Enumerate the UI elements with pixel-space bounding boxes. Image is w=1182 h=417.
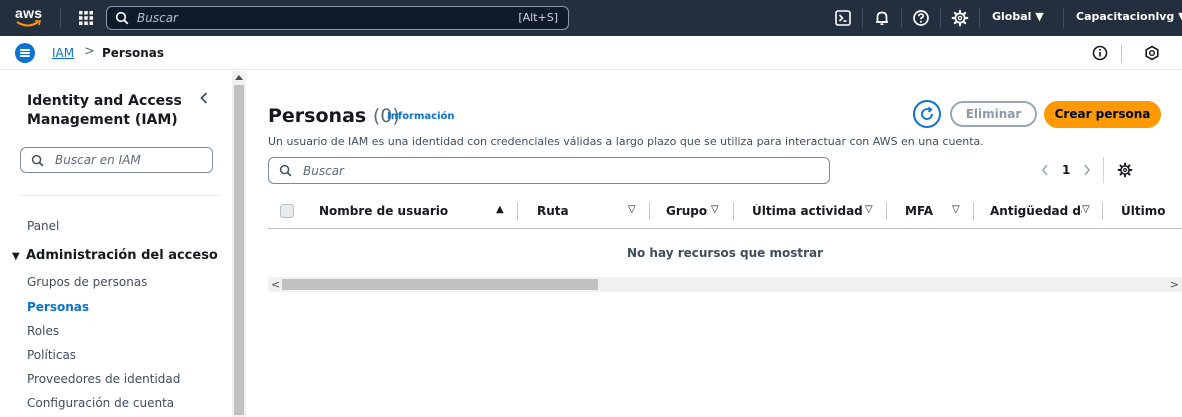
delete-button[interactable]: Eliminar	[950, 101, 1037, 127]
page-title: Personas (0)	[268, 105, 400, 127]
info-icon[interactable]	[1092, 45, 1108, 61]
sidebar-scrollbar[interactable]	[232, 71, 246, 417]
sidebar-search-input[interactable]: Buscar en IAM	[20, 147, 213, 173]
sidebar-item-account-settings[interactable]: Configuración de cuenta	[27, 396, 174, 410]
sidebar-item-roles[interactable]: Roles	[27, 324, 59, 338]
current-page-number[interactable]: 1	[1062, 163, 1070, 177]
empty-table-message: No hay recursos que mostrar	[626, 246, 824, 260]
global-search-input[interactable]: Buscar [Alt+S]	[106, 6, 569, 30]
side-navigation: Identity and Access Management (IAM) Bus…	[0, 71, 247, 417]
sort-icon[interactable]: ▽	[711, 204, 719, 215]
aws-logo[interactable]: aws	[15, 5, 43, 31]
nav-divider	[1063, 8, 1064, 28]
pagination-divider	[1103, 157, 1104, 183]
cloudshell-icon[interactable]	[834, 9, 852, 27]
main-content: Personas (0) Información Un usuario de I…	[247, 71, 1182, 417]
column-divider	[1102, 202, 1103, 220]
sidebar-item-users[interactable]: Personas	[27, 300, 89, 314]
breadcrumb-iam-link[interactable]: IAM	[52, 46, 74, 60]
sidebar-divider	[20, 195, 220, 196]
select-all-checkbox[interactable]	[280, 204, 294, 218]
column-header-last-activity[interactable]: Última actividad	[752, 204, 872, 218]
sort-icon[interactable]: ▽	[952, 204, 960, 215]
table-scrollbar-thumb[interactable]	[282, 279, 598, 290]
previous-page-icon[interactable]	[1040, 163, 1050, 177]
sidebar-section-access-management[interactable]: ▼ Administración del acceso	[12, 248, 218, 263]
column-header-path[interactable]: Ruta	[537, 204, 597, 218]
collapse-sidebar-icon[interactable]	[198, 91, 210, 105]
nav-divider	[901, 8, 902, 28]
create-user-button[interactable]: Crear persona	[1044, 101, 1161, 128]
sort-ascending-icon[interactable]: ▲	[496, 204, 504, 215]
column-header-username[interactable]: Nombre de usuario	[319, 204, 449, 218]
nav-divider	[979, 8, 980, 28]
sort-icon[interactable]: ▽	[1082, 204, 1090, 215]
scroll-right-arrow-icon[interactable]: >	[1170, 278, 1179, 291]
breadcrumb-separator: >	[84, 44, 95, 59]
nav-divider	[862, 8, 863, 28]
column-divider	[517, 202, 518, 220]
refresh-icon	[921, 106, 933, 120]
scroll-left-arrow-icon[interactable]: <	[271, 278, 280, 291]
table-horizontal-scrollbar[interactable]: < >	[268, 277, 1182, 292]
sidebar-item-policies[interactable]: Políticas	[27, 348, 76, 362]
global-search-placeholder: Buscar	[137, 11, 178, 25]
sidebar-item-identity-providers[interactable]: Proveedores de identidad	[27, 372, 180, 386]
sidebar-title[interactable]: Identity and Access Management (IAM)	[27, 92, 187, 130]
account-menu[interactable]: Capacitacionlvg ▼	[1076, 10, 1182, 23]
aws-logo-text: aws	[15, 5, 43, 21]
page-description: Un usuario de IAM es una identidad con c…	[268, 135, 984, 148]
column-divider	[973, 202, 974, 220]
bell-icon[interactable]	[873, 9, 891, 27]
search-icon	[279, 164, 292, 177]
scroll-up-arrow-icon[interactable]	[235, 74, 243, 80]
next-page-icon[interactable]	[1082, 163, 1092, 177]
region-selector[interactable]: Global ▼	[992, 10, 1044, 23]
preferences-gear-icon[interactable]	[1117, 162, 1133, 178]
column-header-mfa[interactable]: MFA	[905, 204, 945, 218]
help-icon[interactable]	[912, 9, 930, 27]
column-divider	[733, 202, 734, 220]
search-shortcut: [Alt+S]	[518, 11, 558, 24]
caret-down-icon: ▼	[12, 251, 20, 262]
top-navigation: aws Buscar [Alt+S] Global ▼ Capacitacion…	[0, 0, 1182, 36]
sidebar-scrollbar-thumb[interactable]	[234, 85, 244, 415]
breadcrumb-divider	[1121, 45, 1122, 63]
sort-icon[interactable]: ▽	[628, 204, 636, 215]
users-search-placeholder: Buscar	[303, 164, 344, 178]
nav-divider	[60, 8, 61, 28]
breadcrumb-current: Personas	[102, 46, 165, 60]
column-divider	[886, 202, 887, 220]
hamburger-menu-icon[interactable]	[15, 43, 35, 63]
gear-icon[interactable]	[951, 9, 969, 27]
users-table-header: Nombre de usuario ▲ Ruta ▽ Grupos ▽ Últi…	[268, 199, 1182, 229]
aws-smile-icon	[16, 20, 42, 27]
column-header-key-age[interactable]: Antigüedad de	[990, 204, 1082, 218]
users-search-input[interactable]: Buscar	[268, 157, 830, 184]
sidebar-section-label: Administración del acceso	[26, 248, 218, 263]
page-title-text: Personas	[268, 105, 367, 127]
sidebar-search-placeholder: Buscar en IAM	[55, 153, 141, 167]
sort-icon[interactable]: ▽	[865, 204, 873, 215]
breadcrumb-bar: IAM > Personas	[0, 36, 1182, 70]
refresh-button[interactable]	[913, 100, 941, 128]
sidebar-item-panel[interactable]: Panel	[27, 219, 59, 233]
nav-divider	[940, 8, 941, 28]
column-header-last[interactable]: Último	[1121, 204, 1182, 218]
search-icon	[115, 11, 129, 25]
column-header-groups[interactable]: Grupos	[666, 204, 708, 218]
apps-grid-icon[interactable]	[78, 10, 94, 26]
info-link[interactable]: Información	[387, 111, 455, 122]
sidebar-item-user-groups[interactable]: Grupos de personas	[27, 275, 147, 289]
search-icon	[31, 154, 44, 167]
feedback-hexagon-icon[interactable]	[1144, 45, 1160, 61]
column-divider	[649, 202, 650, 220]
